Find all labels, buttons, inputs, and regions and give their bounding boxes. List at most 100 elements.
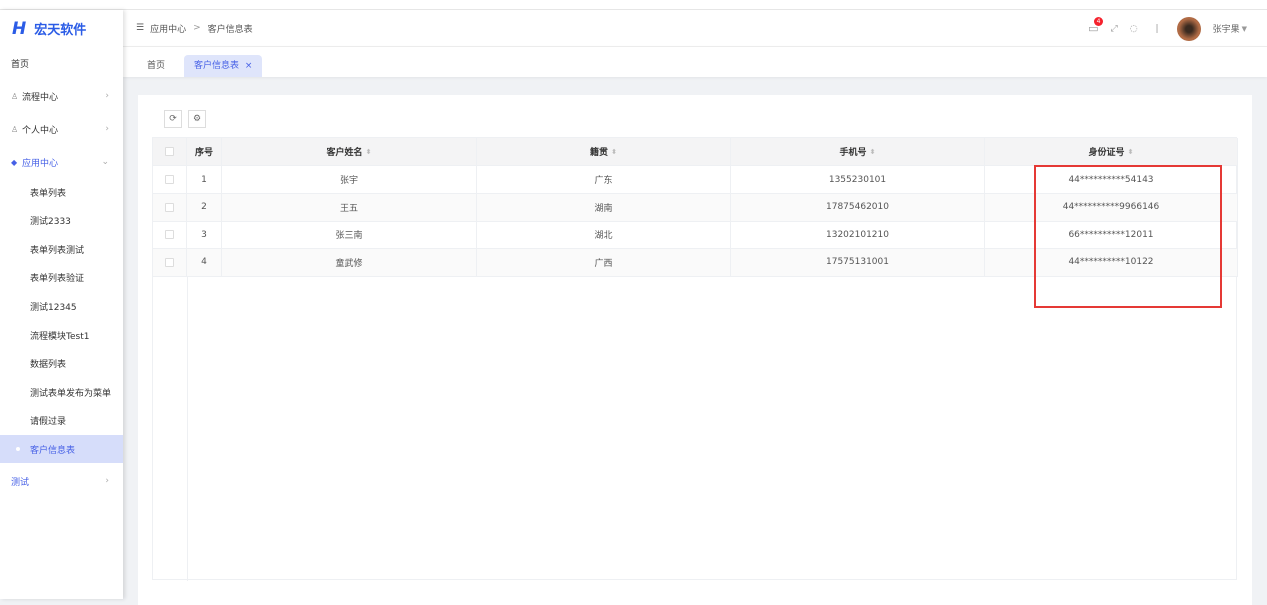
chevron-right-icon: ›	[105, 91, 109, 101]
highlight-box	[1034, 165, 1222, 308]
cell-text: 1355230101	[828, 174, 887, 185]
sidebar-subitem[interactable]: 表单列表	[0, 178, 123, 206]
sidebar-item-label: 测试12345	[30, 302, 77, 313]
message-icon[interactable]: ▭ 4	[1088, 17, 1104, 35]
menu-fold-icon[interactable]: ☰	[136, 23, 144, 33]
settings-button[interactable]: ⚙	[188, 110, 206, 128]
cell-text: 17575131001	[826, 257, 889, 267]
cell-text: 张宇	[339, 176, 358, 186]
sort-icon[interactable]: ⬍	[870, 148, 876, 156]
chevron-right-icon: ›	[105, 476, 109, 486]
tab-bar: 首页 客户信息表 ×	[123, 47, 1267, 77]
chevron-right-icon: ›	[105, 124, 109, 134]
sidebar-subitem[interactable]: 客户信息表	[0, 435, 123, 464]
sidebar-subitem[interactable]: 测试12345	[0, 292, 123, 320]
column-divider	[187, 276, 188, 581]
column-label: 手机号	[839, 148, 867, 158]
sidebar-item-test[interactable]: 测试 ›	[0, 467, 123, 495]
sidebar-item-label: 测试2333	[30, 217, 71, 228]
header-cell[interactable]: 手机号 ⬍	[731, 138, 985, 165]
sidebar-item-label: 个人中心	[22, 125, 59, 136]
column-label: 身份证号	[1088, 148, 1125, 158]
row-checkbox[interactable]	[165, 202, 174, 212]
sidebar-subitem[interactable]: 测试2333	[0, 207, 123, 235]
sidebar: H 宏天软件 首页 ♙ 流程中心 › ♙ 个人中心 › ◆ 应用中心 ⌄ 表单列表 测试2333…	[0, 10, 123, 599]
cell	[153, 193, 187, 221]
gear-icon: ⚙	[192, 114, 202, 124]
sidebar-subitem[interactable]: 请假过录	[0, 407, 123, 435]
avatar[interactable]	[1176, 16, 1201, 41]
sidebar-item-label: 数据列表	[30, 360, 67, 371]
sidebar-subitem[interactable]: 流程模块Test1	[0, 321, 123, 349]
logo-mark-icon: H	[12, 18, 27, 39]
header-cell[interactable]: 身份证号 ⬍	[985, 138, 1238, 165]
column-label: 籍贯	[590, 148, 609, 158]
sidebar-subitem[interactable]: 表单列表测试	[0, 235, 123, 263]
breadcrumb-item: 客户信息表	[207, 24, 253, 35]
cell-text: 张三南	[335, 231, 363, 241]
column-label: 序号	[194, 148, 213, 158]
header-cell[interactable]: 客户姓名 ⬍	[222, 138, 477, 165]
sort-icon[interactable]: ⬍	[366, 148, 372, 156]
sort-icon[interactable]: ⬍	[1128, 148, 1134, 156]
table-cell: 4	[187, 248, 222, 276]
header-cell[interactable]: 籍贯 ⬍	[477, 138, 731, 165]
sidebar-item-label: 表单列表验证	[30, 274, 85, 285]
tab-label: 首页	[147, 61, 166, 71]
cell-text: 2	[201, 202, 207, 212]
fullscreen-icon[interactable]: ⤢	[1110, 24, 1117, 34]
cell-text: 1	[201, 174, 207, 185]
column-label: 客户姓名	[326, 148, 363, 158]
sidebar-item-home[interactable]: 首页	[0, 49, 123, 77]
row-checkbox[interactable]	[165, 175, 174, 184]
table-cell: 1355230101	[731, 166, 985, 193]
user-name[interactable]: 张宇果	[1213, 22, 1240, 35]
sidebar-item-label: 流程模块Test1	[30, 331, 90, 342]
cell-text: 13202101210	[826, 229, 889, 240]
table-cell: 王五	[222, 193, 477, 221]
table-cell: 张三南	[222, 221, 477, 248]
table-cell: 2	[187, 193, 222, 221]
sidebar-item-workflow[interactable]: ♙ 流程中心 ›	[0, 82, 123, 110]
row-checkbox[interactable]	[165, 257, 174, 267]
table-cell: 湖北	[477, 221, 731, 248]
tab-label: 客户信息表	[194, 61, 240, 71]
row-checkbox[interactable]	[165, 230, 174, 239]
top-header: ☰ 应用中心 > 客户信息表 ▭ 4 ⤢ ◌ | 张宇果 ▼	[123, 10, 1267, 47]
cell-text: 4	[201, 257, 207, 267]
table-cell: 湖南	[477, 193, 731, 221]
refresh-button[interactable]: ⟳	[164, 110, 182, 128]
sidebar-subitem[interactable]: 表单列表验证	[0, 264, 123, 292]
sort-icon[interactable]: ⬍	[611, 148, 617, 156]
table-header: 序号 客户姓名 ⬍ 籍贯 ⬍ 手机号 ⬍ 身份证号 ⬍	[153, 138, 1238, 166]
refresh-icon: ⟳	[169, 114, 177, 124]
cell-text: 17875462010	[826, 202, 889, 212]
table-cell: 1	[187, 166, 222, 193]
breadcrumb-separator: >	[193, 23, 201, 33]
sidebar-item-label: 应用中心	[22, 158, 59, 169]
table-cell: 3	[187, 221, 222, 248]
cell-text: 3	[201, 229, 207, 240]
logo-text: 宏天软件	[34, 23, 87, 38]
caret-down-icon[interactable]: ▼	[1242, 25, 1247, 33]
tab-customer-info[interactable]: 客户信息表 ×	[184, 55, 263, 77]
cell-text: 湖南	[594, 203, 613, 214]
tab-home[interactable]: 首页	[137, 55, 175, 77]
sidebar-item-personal[interactable]: ♙ 个人中心 ›	[0, 115, 123, 143]
user-icon: ♙	[11, 124, 19, 134]
cell	[153, 166, 187, 193]
theme-icon[interactable]: ◌	[1130, 24, 1138, 34]
close-icon[interactable]: ×	[245, 61, 253, 71]
sidebar-item-apps[interactable]: ◆ 应用中心 ⌄	[0, 148, 123, 176]
select-all-checkbox[interactable]	[165, 147, 174, 156]
cell	[153, 221, 187, 248]
breadcrumb-item[interactable]: 应用中心	[150, 22, 186, 35]
divider: |	[1155, 23, 1159, 34]
sidebar-item-label: 测试表单发布为菜单	[30, 388, 112, 399]
sidebar-subitem[interactable]: 测试表单发布为菜单	[0, 378, 123, 406]
workflow-icon: ♙	[11, 91, 19, 101]
table-cell: 张宇	[222, 166, 477, 193]
table-cell: 13202101210	[731, 221, 985, 248]
sidebar-subitem[interactable]: 数据列表	[0, 350, 123, 378]
sidebar-item-label: 表单列表测试	[30, 245, 85, 256]
